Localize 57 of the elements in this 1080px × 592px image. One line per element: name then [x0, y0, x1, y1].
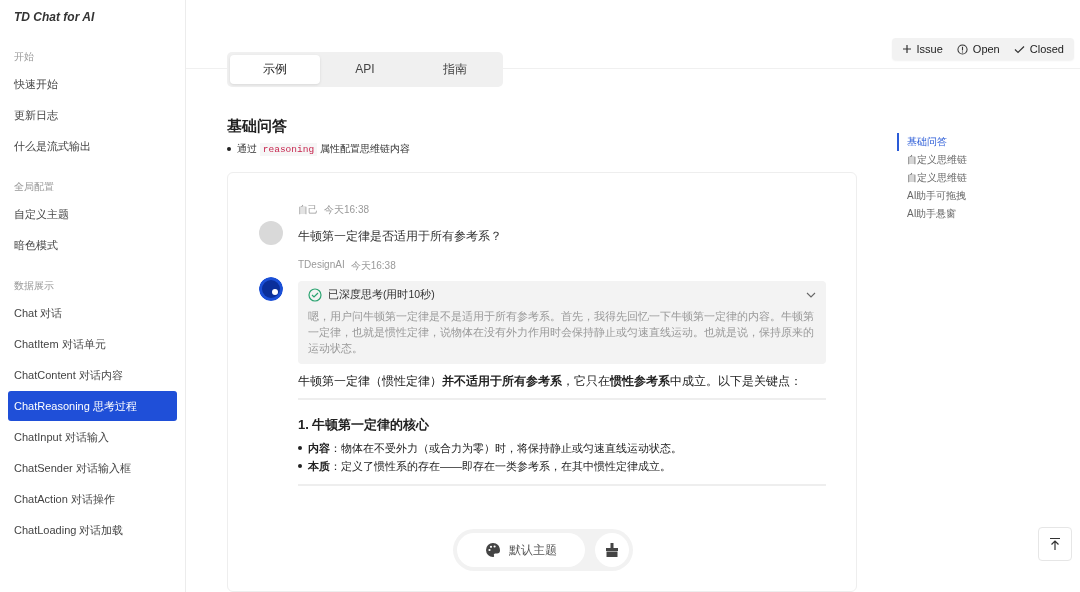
answer-bullet: 本质：定义了惯性系的存在——即存在一类参考系，在其中惯性定律成立。 — [308, 459, 671, 474]
message-text: 牛顿第一定律是否适用于所有参考系？ — [298, 229, 503, 244]
nav-group-title: 全局配置 — [13, 180, 55, 194]
message-time: 今天16:38 — [324, 203, 370, 217]
answer-bullet: 内容：物体在不受外力（或合力为零）时，将保持静止或匀速直线运动状态。 — [308, 441, 682, 456]
avatar-placeholder — [259, 221, 283, 245]
sender-name: TDesignAI — [298, 259, 345, 272]
bullet-icon — [298, 446, 302, 450]
nav-item[interactable]: ChatLoading 对话加载 — [8, 515, 177, 545]
nav-item[interactable]: ChatInput 对话输入 — [8, 422, 177, 452]
section-description: 通过 reasoning 属性配置思维链内容 — [237, 142, 410, 156]
issue-link[interactable]: Issue — [901, 43, 943, 55]
brand-logo[interactable]: TD Chat for AI — [8, 8, 177, 32]
chevron-icon[interactable] — [806, 292, 816, 298]
check-circle-icon — [308, 288, 322, 302]
section-title: 基础问答 — [227, 117, 288, 136]
nav-item[interactable]: ChatItem 对话单元 — [8, 329, 177, 359]
palette-icon — [484, 542, 501, 558]
tab[interactable]: API — [320, 55, 410, 84]
nav-item[interactable]: ChatContent 对话内容 — [8, 360, 177, 390]
tab[interactable]: 指南 — [410, 55, 500, 84]
toc-link[interactable]: AI助手可拖拽 — [897, 187, 967, 205]
nav-item[interactable]: 什么是流式输出 — [8, 131, 177, 161]
answer-heading: 1. 牛顿第一定律的核心 — [298, 416, 431, 434]
brush-button[interactable] — [594, 533, 629, 567]
theme-button[interactable]: 默认主题 — [456, 533, 585, 567]
info-circle-icon — [956, 43, 968, 55]
arrow-up-icon — [1048, 537, 1062, 551]
nav-item[interactable]: Chat 对话 — [8, 298, 177, 328]
nav-group-title: 开始 — [13, 50, 35, 64]
nav-item[interactable]: ChatReasoning 思考过程 — [8, 391, 177, 421]
reasoning-text: 嗯，用户问牛顿第一定律是不是适用于所有参考系。首先，我得先回忆一下牛顿第一定律的内容。牛顿第一定律，也就是惯性定律，说物体在没有外力作用时会保持静止或匀速直线运动。也就是说，保持原来的运动状态。 — [308, 309, 815, 356]
reasoning-title: 已深度思考(用时10秒) — [328, 288, 436, 302]
back-to-top-button[interactable] — [1038, 527, 1072, 561]
toc-link[interactable]: 基础问答 — [897, 133, 967, 151]
nav-group-title: 数据展示 — [13, 279, 55, 293]
toc-link[interactable]: 自定义思维链 — [897, 169, 967, 187]
nav-item[interactable]: 更新日志 — [8, 100, 177, 130]
issue-link[interactable]: Open — [956, 43, 1000, 55]
brush-icon — [603, 542, 620, 558]
issue-link[interactable]: Closed — [1013, 43, 1064, 55]
nav-item[interactable]: 自定义主题 — [8, 199, 177, 229]
toc-link[interactable]: AI助手悬窗 — [897, 205, 967, 223]
check-icon — [1013, 44, 1025, 54]
sender-name: 自己 — [298, 203, 318, 217]
bullet-icon — [227, 147, 231, 151]
answer-text: 牛顿第一定律（惯性定律）并不适用于所有参考系，它只在惯性参考系中成立。以下是关键点： — [298, 374, 803, 389]
bot-avatar-icon — [259, 277, 283, 301]
message-time: 今天16:38 — [350, 259, 396, 273]
nav-item[interactable]: 快速开始 — [8, 69, 177, 99]
tab[interactable]: 示例 — [230, 55, 320, 84]
plus-icon — [901, 44, 912, 54]
bullet-icon — [298, 464, 302, 468]
nav-item[interactable]: ChatAction 对话操作 — [8, 484, 177, 514]
nav-item[interactable]: ChatSender 对话输入框 — [8, 453, 177, 483]
toc-link[interactable]: 自定义思维链 — [897, 151, 967, 169]
nav-item[interactable]: 暗色模式 — [8, 230, 177, 260]
